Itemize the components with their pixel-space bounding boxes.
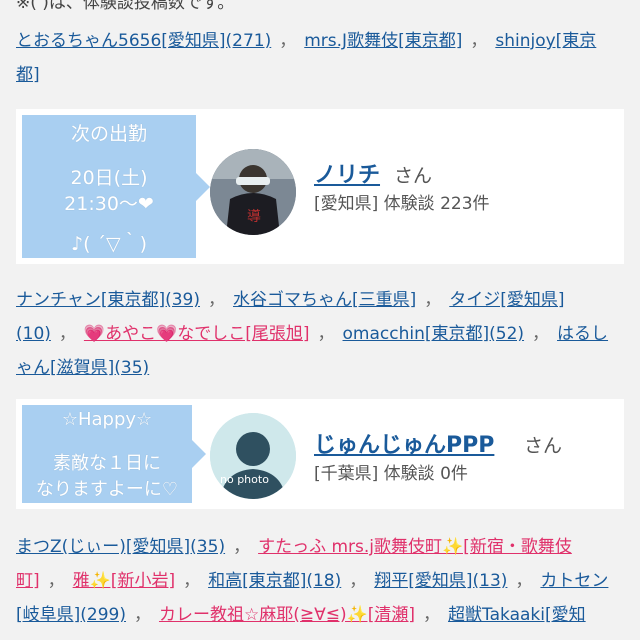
user-name-link[interactable]: ノリチ bbox=[314, 157, 380, 189]
message-line-1: 素敵な１日に bbox=[53, 453, 161, 474]
user-link[interactable]: 水谷ゴマちゃん[三重県] bbox=[233, 290, 416, 310]
user-link[interactable]: とおるちゃん5656[愛知県](271) bbox=[16, 31, 271, 51]
next-shift-box: 次の出勤 20日(土) 21:30〜❤ ♪( ´▽｀) bbox=[22, 115, 210, 258]
comma-separator: ， bbox=[423, 605, 441, 625]
message-box: ☆Happy☆ 素敵な１日に なりますよーに♡ bbox=[22, 405, 206, 503]
post-count-note: ※( )は、体験談投稿数です。 bbox=[16, 0, 235, 13]
user-link-list-2: ナンチャン[東京都](39)，水谷ゴマちゃん[三重県]，タイジ[愛知県](10)… bbox=[16, 283, 616, 385]
comma-separator: ， bbox=[349, 571, 367, 591]
user-link[interactable]: カレー教祖☆麻耶(≧∀≦)✨[清瀬] bbox=[159, 605, 415, 625]
comma-separator: ， bbox=[424, 290, 442, 310]
no-photo-label: no photo bbox=[220, 473, 269, 486]
user-link[interactable]: mrs.J歌舞伎[東京都] bbox=[304, 31, 462, 51]
user-link[interactable]: ナンチャン[東京都](39) bbox=[16, 290, 200, 310]
comma-separator: ， bbox=[233, 537, 251, 557]
next-shift-date: 20日(土) bbox=[70, 167, 148, 189]
comma-separator: ， bbox=[470, 31, 488, 51]
user-link[interactable]: 超獣Takaaki[愛知 bbox=[448, 605, 586, 625]
no-photo-icon: no photo bbox=[210, 413, 296, 499]
featured-user-card-noriti[interactable]: 次の出勤 20日(土) 21:30〜❤ ♪( ´▽｀) 導 ノリチ さん [愛知… bbox=[16, 109, 624, 264]
comma-separator: ， bbox=[317, 324, 335, 344]
honorific-label: さん bbox=[524, 435, 563, 457]
user-link[interactable]: まつZ(じぃー)[愛知県](35) bbox=[16, 537, 225, 557]
comma-separator: ， bbox=[515, 571, 533, 591]
user-avatar[interactable]: 導 bbox=[210, 149, 296, 235]
avatar-photo-icon: 導 bbox=[210, 149, 296, 235]
user-link[interactable]: omacchin[東京都](52) bbox=[343, 324, 525, 344]
user-avatar[interactable]: no photo bbox=[210, 413, 296, 499]
user-meta: [愛知県] 体験談 223件 bbox=[314, 194, 490, 214]
comma-separator: ， bbox=[58, 324, 76, 344]
next-shift-time: 21:30〜❤ bbox=[64, 193, 154, 215]
featured-user-card-junjun[interactable]: ☆Happy☆ 素敵な１日に なりますよーに♡ no photo じゅんじゅんP… bbox=[16, 399, 624, 509]
user-link[interactable]: 翔平[愛知県](13) bbox=[374, 571, 507, 591]
comma-separator: ， bbox=[47, 571, 65, 591]
user-link-list-1: とおるちゃん5656[愛知県](271)， mrs.J歌舞伎[東京都]， shinj… bbox=[16, 24, 616, 92]
next-shift-message: ♪( ´▽｀) bbox=[70, 233, 148, 255]
user-name-link[interactable]: じゅんじゅんPPP bbox=[314, 427, 494, 459]
comma-separator: ， bbox=[133, 605, 151, 625]
message-title: ☆Happy☆ bbox=[61, 409, 153, 430]
comma-separator: ， bbox=[279, 31, 297, 51]
honorific-label: さん bbox=[394, 165, 433, 187]
user-link-list-3: まつZ(じぃー)[愛知県](35)，すたっふ mrs.j歌舞伎町✨[新宿・歌舞伎… bbox=[16, 530, 616, 632]
comma-separator: ， bbox=[208, 290, 225, 310]
comma-separator: ， bbox=[532, 324, 550, 344]
message-line-2: なりますよーに♡ bbox=[35, 479, 179, 500]
user-link[interactable]: 雅✨[新小岩] bbox=[73, 571, 175, 591]
svg-text:導: 導 bbox=[247, 209, 261, 225]
user-meta: [千葉県] 体験談 0件 bbox=[314, 464, 468, 484]
user-link[interactable]: 和高[東京都](18) bbox=[208, 571, 341, 591]
comma-separator: ， bbox=[183, 571, 201, 591]
user-link[interactable]: 💗あやこ💗なでしこ[尾張旭] bbox=[84, 324, 310, 344]
next-shift-title: 次の出勤 bbox=[70, 123, 147, 145]
